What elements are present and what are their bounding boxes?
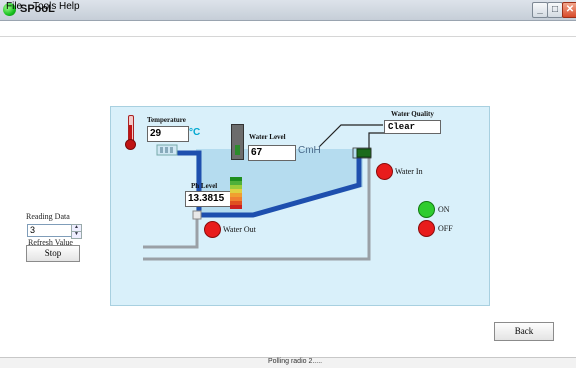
water-in-indicator [376, 163, 393, 180]
ph-scale-icon [230, 177, 242, 209]
menu-help[interactable]: Help [59, 1, 80, 12]
stop-button[interactable]: Stop [26, 245, 80, 262]
water-quality-value: Clear [384, 120, 441, 134]
status-text: Polling radio 2..... [268, 358, 323, 365]
close-icon[interactable]: ✕ [562, 2, 576, 18]
temperature-label: Temperature [147, 116, 186, 124]
water-out-label: Water Out [223, 225, 256, 234]
water-level-label: Water Level [249, 133, 286, 141]
title-bar [0, 0, 576, 21]
off-indicator [418, 220, 435, 237]
on-indicator [418, 201, 435, 218]
temperature-value: 29 [147, 126, 189, 142]
drain-valve-icon [192, 210, 202, 220]
maximize-icon[interactable]: □ [547, 2, 563, 18]
menu-tools[interactable]: Tools [33, 1, 56, 12]
menu-bar [0, 21, 576, 37]
water-in-label: Water In [395, 167, 423, 176]
pool-schematic-panel: Temperature 29 °C Water Level 67 CmH Wat… [110, 106, 490, 306]
quality-sensor-icon [356, 148, 372, 158]
level-sensor-icon [231, 124, 244, 160]
water-quality-label: Water Quality [391, 110, 434, 118]
ph-level-label: Ph Level [191, 182, 218, 190]
water-level-unit: CmH [298, 145, 321, 156]
pipe-drain [143, 215, 199, 249]
off-label: OFF [438, 224, 453, 233]
thermometer-icon [125, 115, 136, 150]
temperature-unit: °C [189, 127, 201, 138]
menu-file[interactable]: File [6, 1, 22, 12]
water-level-value: 67 [248, 145, 296, 161]
back-button[interactable]: Back [494, 322, 554, 341]
minimize-icon[interactable]: _ [532, 2, 548, 18]
reading-data-input[interactable]: 3 [27, 224, 72, 237]
ph-level-value: 13.3815 [185, 191, 231, 207]
quality-connector [318, 124, 383, 148]
on-label: ON [438, 205, 450, 214]
reading-data-label: Reading Data [26, 212, 70, 221]
water-out-indicator [204, 221, 221, 238]
